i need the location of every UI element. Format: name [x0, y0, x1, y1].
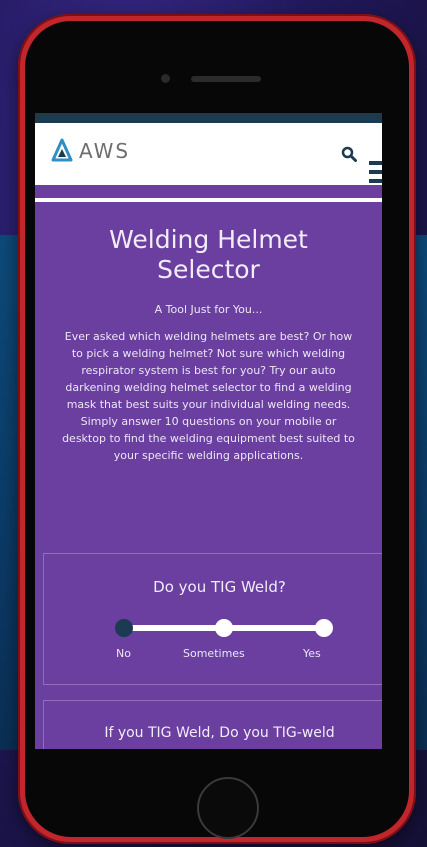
hero-section: Welding Helmet Selector A Tool Just for … — [35, 205, 382, 464]
header-top-bar — [35, 113, 382, 123]
header-stripe — [35, 185, 382, 193]
label-sometimes[interactable]: Sometimes — [183, 647, 245, 660]
page-title: Welding Helmet Selector — [35, 225, 382, 285]
title-line-2: Selector — [157, 255, 260, 284]
phone-screen: AWS Welding Helmet Selector A Tool Just … — [35, 113, 382, 749]
question-title: Do you TIG Weld? — [153, 578, 286, 596]
question-card-tig: Do you TIG Weld? No Sometimes Yes — [43, 553, 382, 685]
slider-option-no[interactable] — [115, 619, 133, 637]
logo-text: AWS — [79, 139, 131, 163]
aws-logo[interactable]: AWS — [51, 137, 130, 165]
search-icon[interactable] — [341, 146, 357, 162]
question-title-2: If you TIG Weld, Do you TIG-weld — [104, 725, 335, 741]
slider-option-yes[interactable] — [315, 619, 333, 637]
aws-logo-icon — [51, 138, 73, 162]
title-line-1: Welding Helmet — [109, 225, 308, 254]
question-card-tig-followup: If you TIG Weld, Do you TIG-weld — [43, 700, 382, 749]
label-no[interactable]: No — [116, 647, 131, 660]
header-divider — [35, 198, 382, 202]
front-camera — [161, 74, 170, 83]
hero-subtitle: A Tool Just for You... — [154, 303, 263, 316]
earpiece-speaker — [191, 76, 261, 82]
slider-option-sometimes[interactable] — [215, 619, 233, 637]
home-button[interactable] — [197, 777, 259, 839]
label-yes[interactable]: Yes — [303, 647, 321, 660]
site-header: AWS — [35, 113, 382, 193]
hero-description: Ever asked which welding helmets are bes… — [62, 330, 355, 462]
hamburger-menu-icon[interactable] — [369, 161, 382, 185]
answer-slider[interactable] — [115, 619, 333, 637]
